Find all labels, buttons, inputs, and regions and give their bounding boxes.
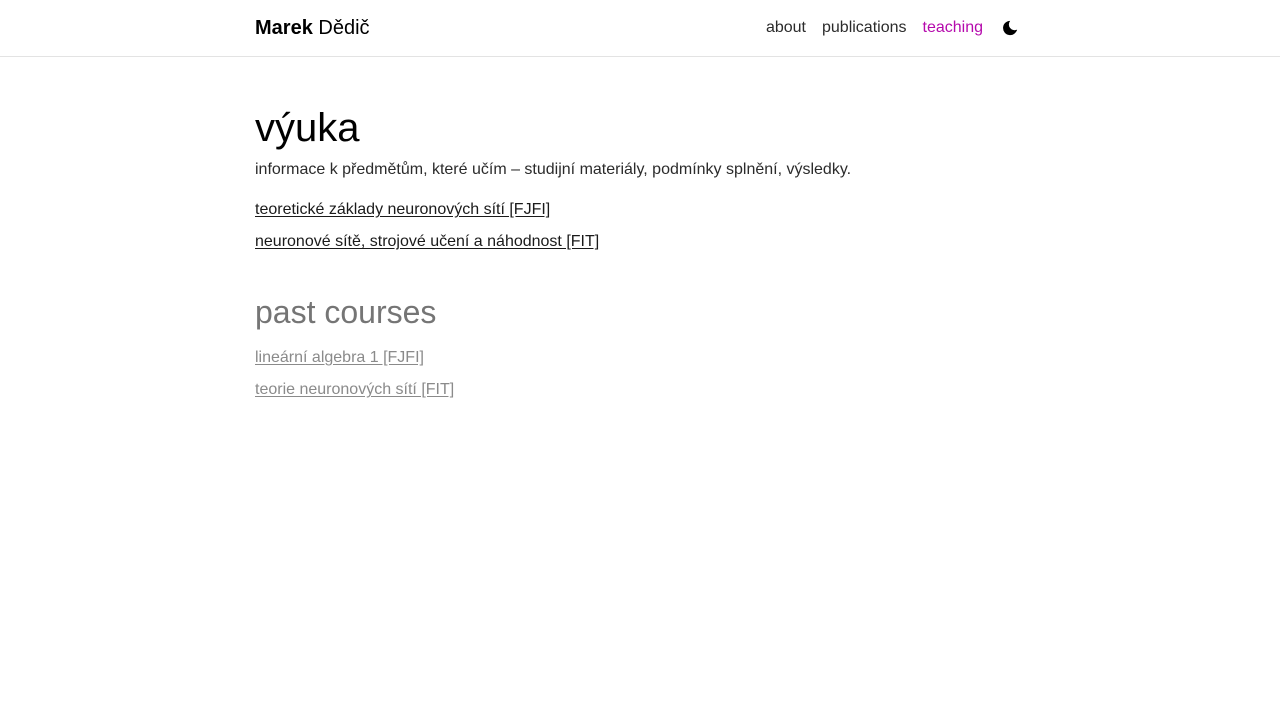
theme-toggle-button[interactable] [1000, 18, 1020, 38]
main-content: výuka informace k předmětům, které učím … [255, 100, 1025, 410]
list-item: teorie neuronových sítí [FIT] [255, 378, 1025, 410]
past-courses-list: lineární algebra 1 [FJFI] teorie neurono… [255, 346, 1025, 410]
brand-first-name: Marek [255, 17, 313, 39]
site-brand-link[interactable]: Marek Dědič [255, 14, 370, 42]
past-course-link[interactable]: lineární algebra 1 [FJFI] [255, 349, 424, 366]
list-item: neuronové sítě, strojové učení a náhodno… [255, 230, 1025, 262]
nav-item-about[interactable]: about [766, 16, 806, 40]
nav-item-teaching[interactable]: teaching [923, 16, 984, 40]
nav-item-publications[interactable]: publications [822, 16, 907, 40]
nav-links: about publications teaching [750, 16, 1020, 40]
list-item: teoretické základy neuronových sítí [FJF… [255, 198, 1025, 230]
course-link[interactable]: neuronové sítě, strojové učení a náhodno… [255, 233, 599, 250]
past-courses-heading: past courses [255, 294, 437, 330]
moon-icon [1003, 20, 1018, 36]
course-link[interactable]: teoretické základy neuronových sítí [FJF… [255, 201, 550, 218]
page-title: výuka [255, 106, 360, 150]
list-item: lineární algebra 1 [FJFI] [255, 346, 1025, 378]
brand-last-name: Dědič [318, 17, 370, 39]
past-course-link[interactable]: teorie neuronových sítí [FIT] [255, 381, 454, 398]
navbar: Marek Dědič about publications teaching [0, 0, 1280, 57]
page-description: informace k předmětům, které učím – stud… [255, 161, 852, 178]
current-courses-list: teoretické základy neuronových sítí [FJF… [255, 198, 1025, 262]
